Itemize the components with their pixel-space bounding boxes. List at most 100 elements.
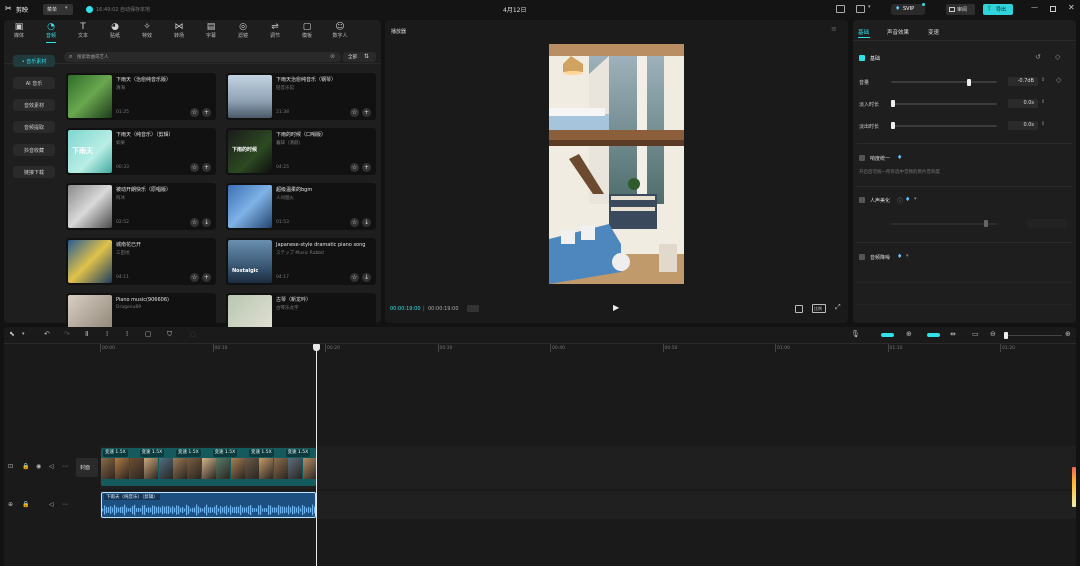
linkage-icon[interactable] <box>927 333 940 337</box>
layout-chevron-icon[interactable]: ▾ <box>868 4 871 10</box>
music-card[interactable]: 下雨天治愈纯音乐（钢琴） 轻音乐馆 21:38 ☆ + <box>226 73 376 120</box>
lock-icon[interactable]: 🔒 <box>22 463 29 470</box>
audio-clip[interactable]: 下雨天（纯音乐）（剪辑） <box>101 492 316 518</box>
fullscreen-preview-icon[interactable] <box>795 305 803 313</box>
zoom-slider[interactable] <box>1004 335 1062 336</box>
denoise-checkbox[interactable] <box>859 254 865 260</box>
volume-value[interactable]: -0.7dB <box>1008 77 1038 86</box>
playhead[interactable] <box>316 344 317 566</box>
menu-button[interactable]: 菜单 ▾ <box>43 4 73 15</box>
toolbar-sticker-tab[interactable]: ◕ 贴纸 <box>104 22 126 44</box>
toolbar-text-tab[interactable]: T 文本 <box>72 22 94 44</box>
favorite-icon[interactable]: ☆ <box>190 163 199 172</box>
download-icon[interactable]: ↓ <box>362 273 371 282</box>
volume-slider-knob[interactable] <box>967 79 971 86</box>
category-item[interactable]: 音效素材 <box>13 99 55 111</box>
reset-icon[interactable]: ↺ <box>1035 53 1041 61</box>
time-ruler[interactable]: 00:00 00:10 00:20 00:30 00:40 00:50 01:00 01:10… <box>100 344 1076 354</box>
category-item[interactable]: 音频提取 <box>13 121 55 133</box>
keyframe-icon[interactable]: ◇ <box>1055 53 1060 61</box>
add-icon[interactable]: + <box>202 273 211 282</box>
audio-lock-icon[interactable]: 🔒 <box>22 501 29 508</box>
audio-mute-icon[interactable]: ◁ <box>49 501 54 508</box>
voice-enhance-slider-knob[interactable] <box>984 220 988 227</box>
download-icon[interactable]: ↓ <box>362 218 371 227</box>
toolbar-avatar-tab[interactable]: ☺ 数字人 <box>329 22 351 44</box>
eye-icon[interactable]: ◉ <box>36 463 41 470</box>
favorite-icon[interactable]: ☆ <box>190 108 199 117</box>
play-icon[interactable]: ▶ <box>613 303 619 312</box>
close-icon[interactable]: ✕ <box>1068 3 1075 12</box>
add-icon[interactable]: + <box>202 108 211 117</box>
shield-icon[interactable]: ⛉ <box>167 330 172 339</box>
maximize-icon[interactable] <box>1050 6 1056 12</box>
volume-slider[interactable] <box>891 81 997 83</box>
music-card[interactable]: Nostalgic Japanese-style dramatic piano s… <box>226 238 376 285</box>
toolbar-effects-tab[interactable]: ✧ 特效 <box>136 22 158 44</box>
fadein-slider-knob[interactable] <box>891 100 895 107</box>
toolbar-audio-tab[interactable]: ◔ 音频 <box>40 22 62 44</box>
review-button[interactable]: 审阅 <box>946 4 975 15</box>
basic-checkbox[interactable] <box>859 55 865 61</box>
caption-icon[interactable]: ▭ <box>972 330 979 338</box>
fadein-slider[interactable] <box>891 103 997 105</box>
music-card[interactable]: 下雨天 下雨天（纯音乐）（剪辑） 如果 00:33 ☆ + <box>66 128 216 175</box>
select-chevron-icon[interactable]: ▾ <box>22 331 25 337</box>
toolbar-transition-tab[interactable]: ⋈ 转场 <box>168 22 190 44</box>
ratio-button[interactable]: 比例 <box>812 304 826 313</box>
music-card[interactable]: 城南花已开 三亩地 04:11 ☆ + <box>66 238 216 285</box>
svip-badge[interactable]: ♦ SVIP <box>891 4 925 15</box>
category-item[interactable]: 抖音收藏 <box>13 144 55 156</box>
split-left-icon[interactable]: ⁞ <box>106 330 108 338</box>
more-icon[interactable]: ⋯ <box>62 463 68 470</box>
microphone-icon[interactable]: 🎙 <box>851 330 860 338</box>
add-icon[interactable]: + <box>202 163 211 172</box>
project-title[interactable]: 4月12日 <box>503 5 526 14</box>
track-lock-main-icon[interactable]: ⊡ <box>8 463 13 470</box>
minimize-icon[interactable]: — <box>1031 3 1038 11</box>
zoom-in-icon[interactable]: ⊕ <box>1065 330 1071 338</box>
fadeout-slider[interactable] <box>891 125 997 127</box>
player-menu-icon[interactable]: ≡ <box>831 25 837 33</box>
search-clear-icon[interactable]: ⊗ <box>330 53 335 60</box>
filter-button[interactable]: 全部 ⇅ <box>343 52 376 62</box>
music-card[interactable]: 超级温柔的bgm 人间烟火 01:53 ☆ ↓ <box>226 183 376 230</box>
expand-icon[interactable]: ⤢ <box>835 303 841 312</box>
split-icon[interactable]: Ⅱ <box>85 330 88 338</box>
layout-icon[interactable] <box>856 5 865 13</box>
favorite-icon[interactable]: ☆ <box>350 218 359 227</box>
preview-axis-icon[interactable]: ⇹ <box>950 330 956 338</box>
fadein-stepper-icon[interactable]: ⇕ <box>1041 99 1045 105</box>
cover-button[interactable]: 封面 <box>76 458 98 477</box>
favorite-icon[interactable]: ☆ <box>190 218 199 227</box>
video-clip[interactable]: 变速 1.5X 变速 1.5X 变速 1.5X 变速 1.5X 变速 1.5X 变速 1.… <box>101 448 316 486</box>
delete-icon[interactable]: ▢ <box>145 330 152 338</box>
music-card[interactable]: 下雨的时候 下雨的时候（口哨版） 暮辞（清颜） 04:25 ☆ + <box>226 128 376 175</box>
crop-icon[interactable]: ◌ <box>190 330 196 338</box>
fadeout-slider-knob[interactable] <box>891 122 895 129</box>
volume-keyframe-icon[interactable]: ◇ <box>1056 76 1061 84</box>
redo-icon[interactable]: ↷ <box>64 330 70 338</box>
playhead-handle[interactable] <box>313 344 320 351</box>
voice-enhance-slider[interactable] <box>891 223 997 225</box>
voice-enhance-chevron-icon[interactable]: ▾ <box>914 196 917 202</box>
tab-basic[interactable]: 基础 <box>858 28 869 36</box>
add-icon[interactable]: + <box>362 163 371 172</box>
toolbar-adjust-tab[interactable]: ⇌ 调节 <box>264 22 286 44</box>
add-icon[interactable]: + <box>362 108 371 117</box>
category-item[interactable]: AI 音乐 <box>13 77 55 89</box>
denoise-chevron-icon[interactable]: ▾ <box>906 253 909 259</box>
export-button[interactable]: ⇪ 导出 <box>983 4 1013 15</box>
select-tool-icon[interactable]: ⬉ <box>9 330 15 338</box>
voice-enhance-value[interactable] <box>1027 219 1067 228</box>
toolbar-filter-tab[interactable]: ◎ 滤镜 <box>232 22 254 44</box>
fadeout-stepper-icon[interactable]: ⇕ <box>1041 121 1045 127</box>
toolbar-subtitle-tab[interactable]: ▤ 字幕 <box>200 22 222 44</box>
timeline-toggle-icon[interactable] <box>467 305 479 312</box>
zoom-slider-knob[interactable] <box>1004 332 1008 339</box>
loudness-checkbox[interactable] <box>859 155 865 161</box>
split-right-icon[interactable]: ⁞ <box>126 330 128 338</box>
volume-stepper-icon[interactable]: ⇕ <box>1041 77 1045 83</box>
category-item[interactable]: • 音乐素材 <box>13 55 55 67</box>
shortcut-icon[interactable] <box>836 5 845 13</box>
